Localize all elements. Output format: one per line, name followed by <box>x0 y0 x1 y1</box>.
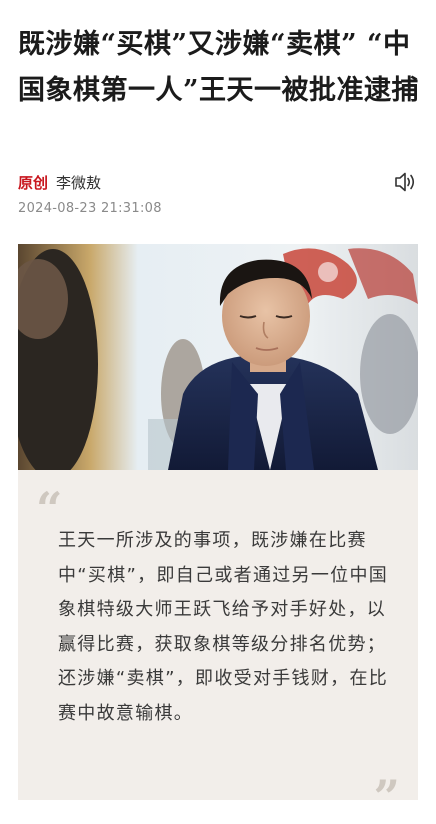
article: 既涉嫌“买棋”又涉嫌“卖棋” “中国象棋第一人”王天一被批准逮捕 原创 李微敖 … <box>0 0 436 820</box>
chess-player-photo <box>18 244 418 470</box>
original-tag: 原创 <box>18 173 49 192</box>
speaker-icon[interactable] <box>392 169 418 195</box>
article-meta: 原创 李微敖 <box>18 168 418 196</box>
quote-block: “ 王天一所涉及的事项，既涉嫌在比赛中“买棋”，即自己或者通过另一位中国象棋特级… <box>18 470 418 820</box>
quote-text: 王天一所涉及的事项，既涉嫌在比赛中“买棋”，即自己或者通过另一位中国象棋特级大师… <box>58 530 389 724</box>
article-title: 既涉嫌“买棋”又涉嫌“卖棋” “中国象棋第一人”王天一被批准逮捕 <box>18 29 420 106</box>
close-quote-mark: ” <box>373 770 400 824</box>
publish-time: 2024-08-23 21:31:08 <box>18 201 162 216</box>
author-name[interactable]: 李微敖 <box>56 172 101 193</box>
